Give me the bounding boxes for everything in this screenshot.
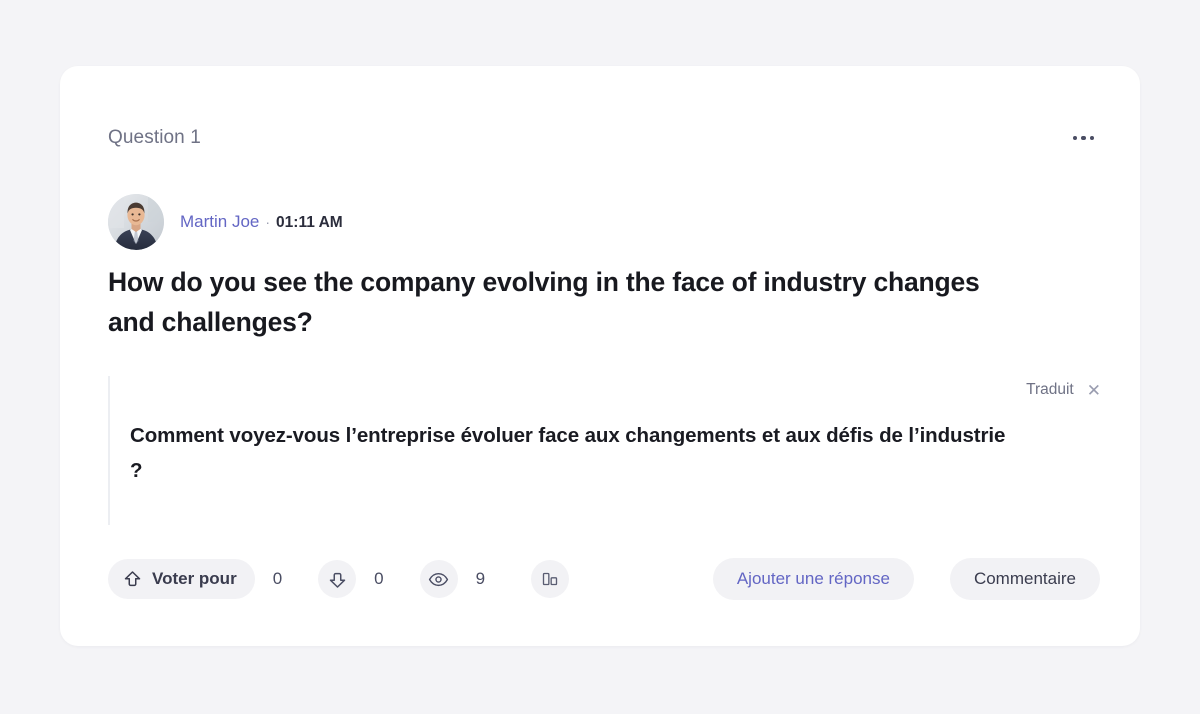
- upvote-count: 0: [272, 569, 283, 588]
- ellipsis-horizontal-icon[interactable]: [1067, 128, 1101, 149]
- translation-block: Traduit ✕ Comment voyez-vous l’entrepris…: [108, 376, 1108, 525]
- post-timestamp: 01:11 AM: [276, 214, 343, 231]
- meta-separator: ·: [265, 214, 271, 230]
- translation-header: Traduit ✕: [130, 376, 1108, 404]
- upvote-label: Voter pour: [152, 569, 237, 588]
- eye-icon: [428, 569, 449, 590]
- card-header: Question 1: [108, 124, 1100, 152]
- views-indicator: [419, 560, 458, 598]
- author-meta: Martin Joe · 01:11 AM: [180, 212, 343, 232]
- question-card: Question 1 Martin Joe · 01:11 AM How do …: [60, 66, 1140, 646]
- downvote-button[interactable]: [318, 560, 357, 598]
- avatar: [108, 194, 164, 250]
- author-row: Martin Joe · 01:11 AM: [108, 194, 343, 250]
- translated-badge: Traduit: [1026, 381, 1074, 398]
- close-icon[interactable]: ✕: [1084, 380, 1104, 401]
- arrow-down-vote-icon: [327, 569, 348, 590]
- translated-question-text: Comment voyez-vous l’entreprise évoluer …: [130, 424, 1006, 483]
- question-title: How do you see the company evolving in t…: [108, 267, 980, 338]
- views-count: 9: [475, 569, 486, 588]
- footer-actions-left: Voter pour 0 0 9: [108, 559, 570, 599]
- question-label: Question 1: [108, 127, 201, 148]
- upvote-button[interactable]: Voter pour: [108, 559, 255, 599]
- comment-button[interactable]: Commentaire: [949, 558, 1100, 600]
- bar-chart-icon: [540, 569, 560, 589]
- card-footer: Voter pour 0 0 9 Ajouter une réponse Com…: [108, 558, 1100, 600]
- arrow-up-vote-icon: [122, 569, 143, 590]
- stats-button[interactable]: [531, 560, 570, 598]
- downvote-count: 0: [374, 569, 384, 588]
- footer-actions-right: Ajouter une réponse Commentaire: [712, 558, 1100, 600]
- add-answer-button[interactable]: Ajouter une réponse: [712, 558, 914, 600]
- author-name[interactable]: Martin Joe: [180, 212, 259, 232]
